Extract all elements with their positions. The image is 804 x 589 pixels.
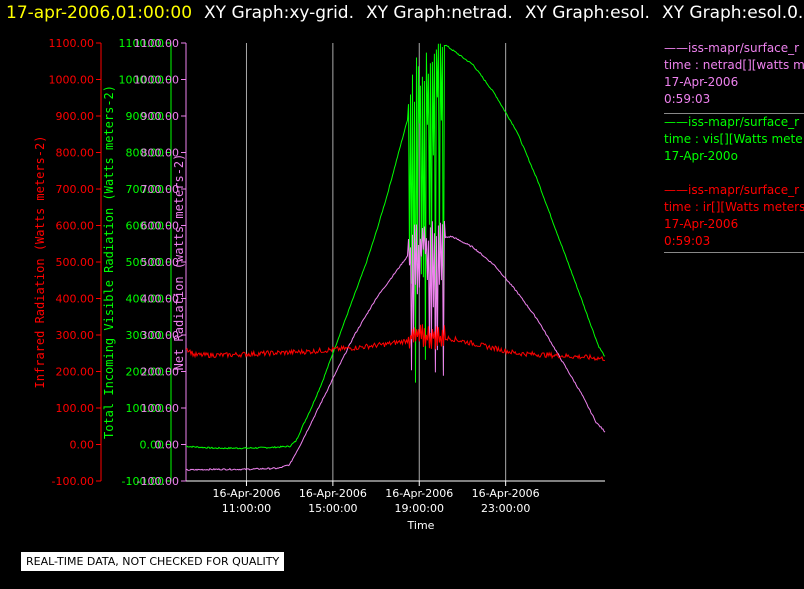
legend-vis: ——iss-mapr/surface_r time : vis[][Watts …	[664, 113, 804, 165]
legend-netrad-line4: 0:59:03	[664, 92, 711, 106]
y-tick-label: 100.00	[56, 402, 95, 415]
x-tick-label-time: 23:00:00	[481, 502, 530, 515]
legend-ir-line4: 0:59:03	[664, 234, 711, 248]
y-axis-title: Net Radiation (watts meters-2)	[172, 154, 186, 371]
series-line	[185, 324, 606, 362]
y-tick-label: 200.00	[56, 366, 95, 379]
y-tick-label: 900.00	[141, 110, 180, 123]
x-axis-title: Time	[407, 519, 435, 532]
y-tick-label: 800.00	[56, 147, 95, 160]
y-tick-label: 0.00	[155, 439, 180, 452]
y-tick-label: -100.00	[52, 475, 94, 488]
legend-vis-line1: ——iss-mapr/surface_r	[664, 115, 800, 129]
y-tick-label: 1000.00	[49, 74, 95, 87]
legend-netrad: ——iss-mapr/surface_r time : netrad[][wat…	[664, 40, 804, 108]
y-tick-label: 300.00	[56, 329, 95, 342]
y-tick-label: 700.00	[56, 183, 95, 196]
series-line	[186, 43, 606, 450]
y-tick-label: 1100.00	[49, 37, 95, 50]
y-axis-title: Total Incoming Visible Radiation (Watts …	[102, 85, 116, 439]
y-tick-label: 0.00	[70, 439, 95, 452]
y-tick-label: -100.00	[137, 475, 179, 488]
y-tick-label: 100.00	[141, 402, 180, 415]
legend-ir-line1: ——iss-mapr/surface_r	[664, 183, 800, 197]
x-tick-label-time: 19:00:00	[395, 502, 444, 515]
x-tick-label-date: 16-Apr-2006	[472, 487, 540, 500]
legend-vis-line2: time : vis[][Watts mete	[664, 132, 803, 146]
y-tick-label: 900.00	[56, 110, 95, 123]
y-axis-title: Infrared Radiation (Watts meters-2)	[33, 136, 47, 389]
x-tick-label-date: 16-Apr-2006	[212, 487, 280, 500]
x-tick-label-date: 16-Apr-2006	[385, 487, 453, 500]
y-tick-label: 1000.00	[134, 74, 180, 87]
legend-netrad-line1: ——iss-mapr/surface_r	[664, 41, 800, 55]
quality-note: REAL-TIME DATA, NOT CHECKED FOR QUALITY	[20, 551, 286, 572]
x-tick-label-time: 15:00:00	[308, 502, 357, 515]
legend-netrad-line3: 17-Apr-2006	[664, 75, 739, 89]
legend-ir-line3: 17-Apr-2006	[664, 217, 739, 231]
y-tick-label: 1100.00	[134, 37, 180, 50]
legend-ir-line2: time : ir[][Watts meters	[664, 200, 804, 214]
legend-ir: ——iss-mapr/surface_r time : ir[][Watts m…	[664, 182, 804, 253]
y-tick-label: 500.00	[56, 256, 95, 269]
x-tick-label-date: 16-Apr-2006	[299, 487, 367, 500]
series-line	[185, 220, 606, 471]
legend-divider	[664, 252, 804, 253]
x-tick-label-time: 11:00:00	[222, 502, 271, 515]
legend-vis-line3: 17-Apr-200o	[664, 149, 738, 163]
y-tick-label: 600.00	[56, 220, 95, 233]
y-tick-label: 400.00	[56, 293, 95, 306]
legend-netrad-line2: time : netrad[][watts me	[664, 58, 804, 72]
